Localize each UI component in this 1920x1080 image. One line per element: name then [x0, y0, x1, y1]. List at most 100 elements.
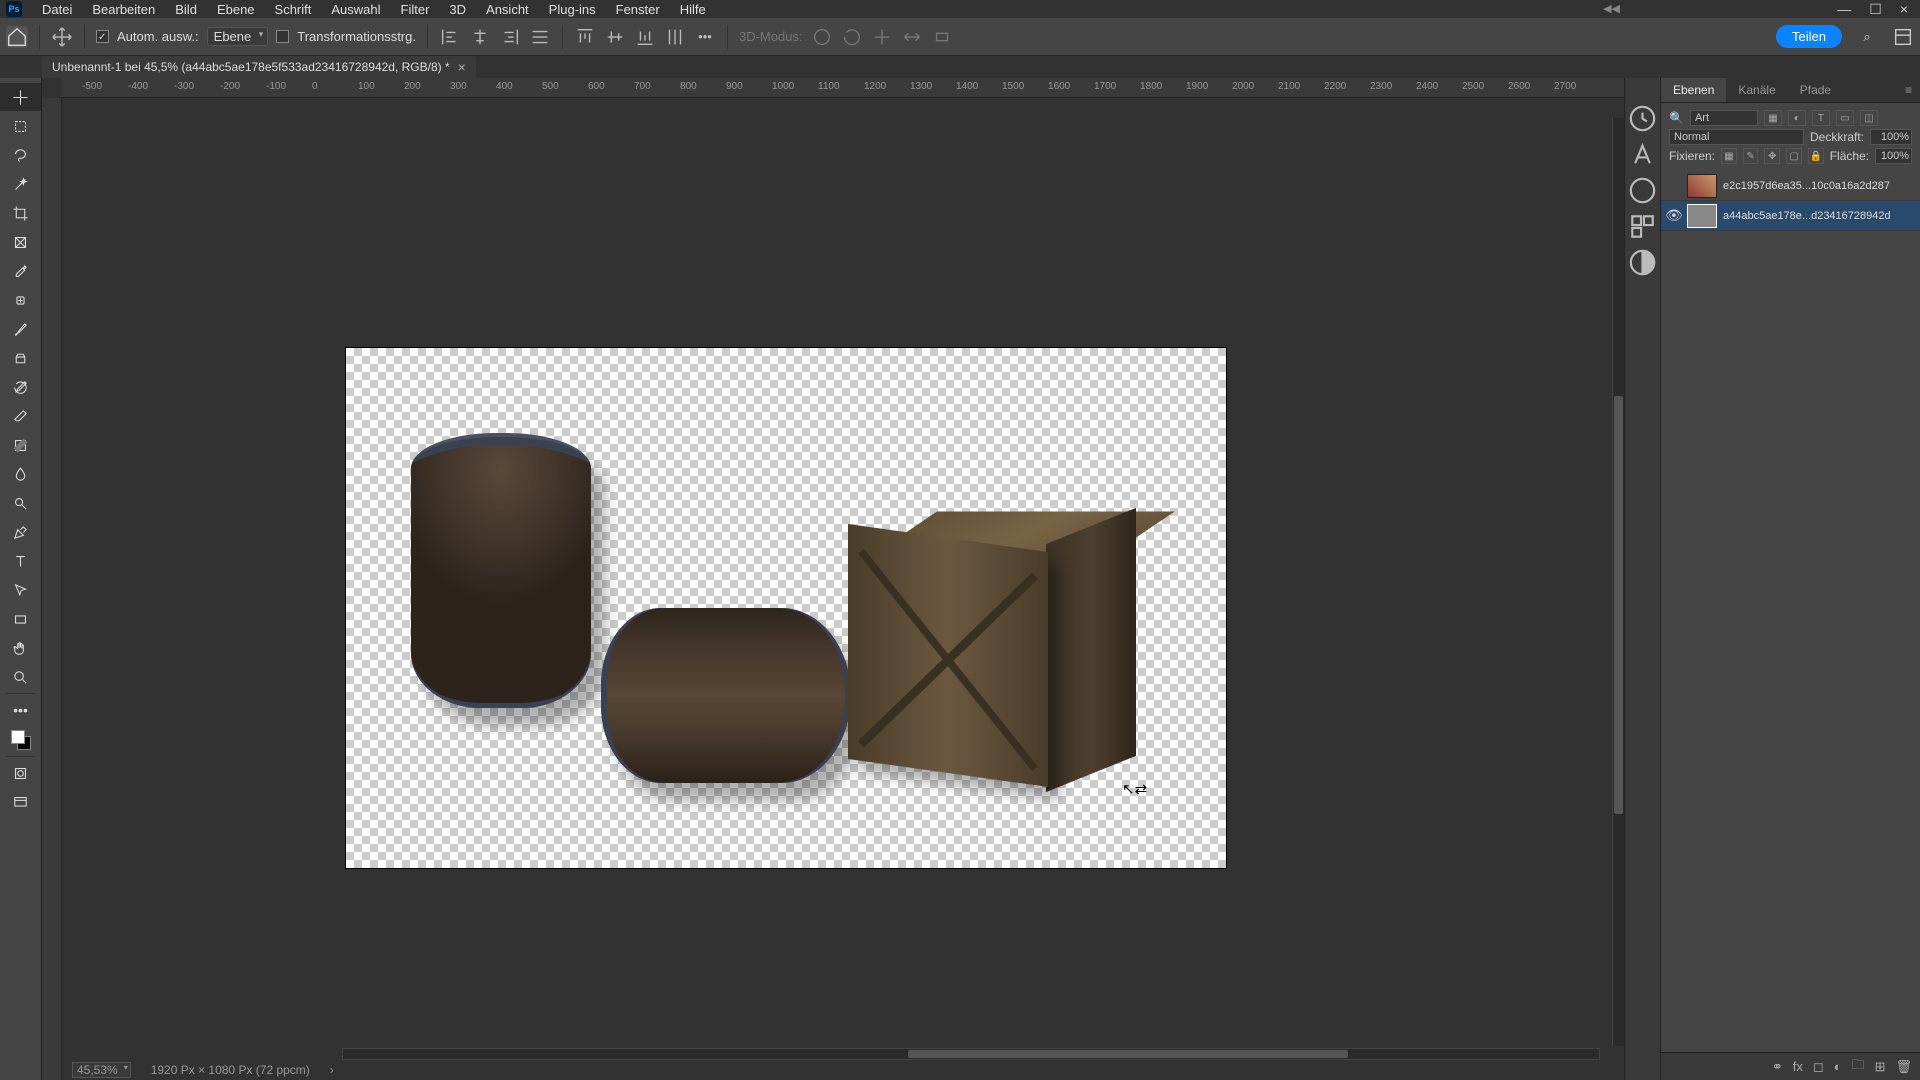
layer-mask-icon[interactable]: ◻ — [1813, 1059, 1824, 1075]
gradient-tool[interactable] — [0, 431, 41, 459]
distribute-v-icon[interactable] — [664, 26, 686, 48]
healing-brush-tool[interactable] — [0, 286, 41, 314]
delete-layer-icon[interactable]: 🗑 — [1895, 1059, 1912, 1075]
menu-help[interactable]: Hilfe — [670, 2, 716, 17]
edit-toolbar-icon[interactable]: ••• — [0, 696, 41, 724]
character-panel-icon[interactable] — [1625, 136, 1660, 172]
distribute-h-icon[interactable] — [529, 26, 551, 48]
lock-position-icon[interactable]: ✥ — [1764, 148, 1780, 164]
align-left-icon[interactable] — [439, 26, 461, 48]
magic-wand-tool[interactable] — [0, 170, 41, 198]
auto-select-dropdown[interactable]: Ebene — [207, 27, 269, 46]
filter-shape-icon[interactable]: ▭ — [1836, 110, 1854, 126]
path-select-tool[interactable] — [0, 576, 41, 604]
status-chevron-icon[interactable]: › — [330, 1063, 334, 1077]
document-tab[interactable]: Unbenannt-1 bei 45,5% (a44abc5ae178e5f53… — [42, 56, 476, 78]
quick-mask-icon[interactable] — [0, 759, 41, 787]
align-center-h-icon[interactable] — [469, 26, 491, 48]
blur-tool[interactable] — [0, 460, 41, 488]
zoom-tool[interactable] — [0, 663, 41, 691]
align-bottom-icon[interactable] — [634, 26, 656, 48]
link-layers-icon[interactable]: ⚭ — [1772, 1059, 1783, 1075]
properties-panel-icon[interactable] — [1625, 100, 1660, 136]
color-swatches[interactable] — [11, 730, 31, 750]
clone-stamp-tool[interactable] — [0, 344, 41, 372]
filter-pixel-icon[interactable]: ▦ — [1764, 110, 1782, 126]
screen-mode-icon[interactable] — [0, 788, 41, 816]
brush-tool[interactable] — [0, 315, 41, 343]
filter-adjustment-icon[interactable]: ◐ — [1788, 110, 1806, 126]
layer-row[interactable]: e2c1957d6ea35...10c0a16a2d287 — [1661, 171, 1920, 201]
adjustment-layer-icon[interactable]: ◐ — [1834, 1059, 1842, 1074]
tab-paths[interactable]: Pfade — [1788, 78, 1843, 102]
lock-transparency-icon[interactable]: ▦ — [1721, 148, 1737, 164]
transform-controls-checkbox[interactable] — [276, 30, 289, 43]
more-options-icon[interactable]: ••• — [694, 26, 716, 48]
canvas-artboard[interactable] — [346, 348, 1226, 868]
opacity-input[interactable]: 100% — [1870, 129, 1912, 145]
color-panel-icon[interactable] — [1625, 172, 1660, 208]
lock-pixels-icon[interactable]: ✎ — [1743, 148, 1759, 164]
menu-plugins[interactable]: Plug-ins — [539, 2, 606, 17]
menu-filter[interactable]: Filter — [391, 2, 440, 17]
align-right-icon[interactable] — [499, 26, 521, 48]
collapse-panels-icon[interactable]: ◀◀ — [1603, 2, 1620, 15]
document-tab-close-icon[interactable]: × — [458, 59, 466, 75]
window-maximize-icon[interactable]: ☐ — [1869, 1, 1882, 18]
layer-name[interactable]: a44abc5ae178e...d23416728942d — [1723, 210, 1916, 222]
eyedropper-tool[interactable] — [0, 257, 41, 285]
layer-name[interactable]: e2c1957d6ea35...10c0a16a2d287 — [1723, 180, 1916, 192]
new-layer-icon[interactable]: ⊞ — [1875, 1059, 1886, 1075]
layer-style-icon[interactable]: fx — [1793, 1059, 1803, 1074]
layer-row[interactable]: 👁 a44abc5ae178e...d23416728942d — [1661, 201, 1920, 231]
layer-filter-dropdown[interactable]: Art — [1690, 110, 1758, 126]
filter-smart-icon[interactable]: ◫ — [1860, 110, 1878, 126]
menu-3d[interactable]: 3D — [439, 2, 476, 17]
tab-channels[interactable]: Kanäle — [1726, 78, 1787, 102]
panel-menu-icon[interactable]: ≡ — [1897, 78, 1920, 102]
menu-type[interactable]: Schrift — [265, 2, 322, 17]
align-center-v-icon[interactable] — [604, 26, 626, 48]
marquee-tool[interactable] — [0, 112, 41, 140]
menu-edit[interactable]: Bearbeiten — [82, 2, 165, 17]
workspace-icon[interactable] — [1892, 26, 1914, 48]
fill-input[interactable]: 100% — [1875, 148, 1912, 164]
canvas-viewport[interactable]: ↖⇄ — [62, 98, 1624, 1080]
rectangle-tool[interactable] — [0, 605, 41, 633]
layer-group-icon[interactable]: 🗀 — [1852, 1056, 1865, 1078]
align-top-icon[interactable] — [574, 26, 596, 48]
menu-select[interactable]: Auswahl — [321, 2, 390, 17]
layer-thumbnail[interactable] — [1687, 174, 1717, 198]
share-button[interactable]: Teilen — [1776, 25, 1842, 48]
menu-window[interactable]: Fenster — [606, 2, 670, 17]
type-tool[interactable] — [0, 547, 41, 575]
home-button[interactable] — [6, 26, 28, 48]
tab-layers[interactable]: Ebenen — [1661, 78, 1726, 102]
libraries-panel-icon[interactable] — [1625, 208, 1660, 244]
menu-layer[interactable]: Ebene — [207, 2, 265, 17]
frame-tool[interactable] — [0, 228, 41, 256]
filter-type-icon[interactable]: T — [1812, 110, 1830, 126]
layer-thumbnail[interactable] — [1687, 204, 1717, 228]
window-minimize-icon[interactable]: — — [1837, 1, 1851, 18]
menu-image[interactable]: Bild — [165, 2, 207, 17]
blend-mode-dropdown[interactable]: Normal — [1669, 129, 1804, 145]
dodge-tool[interactable] — [0, 489, 41, 517]
zoom-level[interactable]: 45,53% — [72, 1062, 131, 1078]
hand-tool[interactable] — [0, 634, 41, 662]
layer-visibility-toggle[interactable]: 👁 — [1665, 207, 1681, 224]
lock-all-icon[interactable]: 🔒 — [1808, 148, 1824, 164]
crop-tool[interactable] — [0, 199, 41, 227]
auto-select-checkbox[interactable] — [96, 30, 109, 43]
move-tool[interactable] — [0, 83, 41, 111]
window-close-icon[interactable]: × — [1900, 1, 1908, 18]
vertical-scrollbar[interactable] — [1612, 118, 1624, 1046]
history-brush-tool[interactable] — [0, 373, 41, 401]
lock-artboard-icon[interactable]: ▢ — [1786, 148, 1802, 164]
eraser-tool[interactable] — [0, 402, 41, 430]
search-icon[interactable]: ⌕ — [1856, 26, 1878, 48]
menu-file[interactable]: Datei — [32, 2, 82, 17]
pen-tool[interactable] — [0, 518, 41, 546]
horizontal-scrollbar[interactable] — [342, 1048, 1600, 1060]
lasso-tool[interactable] — [0, 141, 41, 169]
